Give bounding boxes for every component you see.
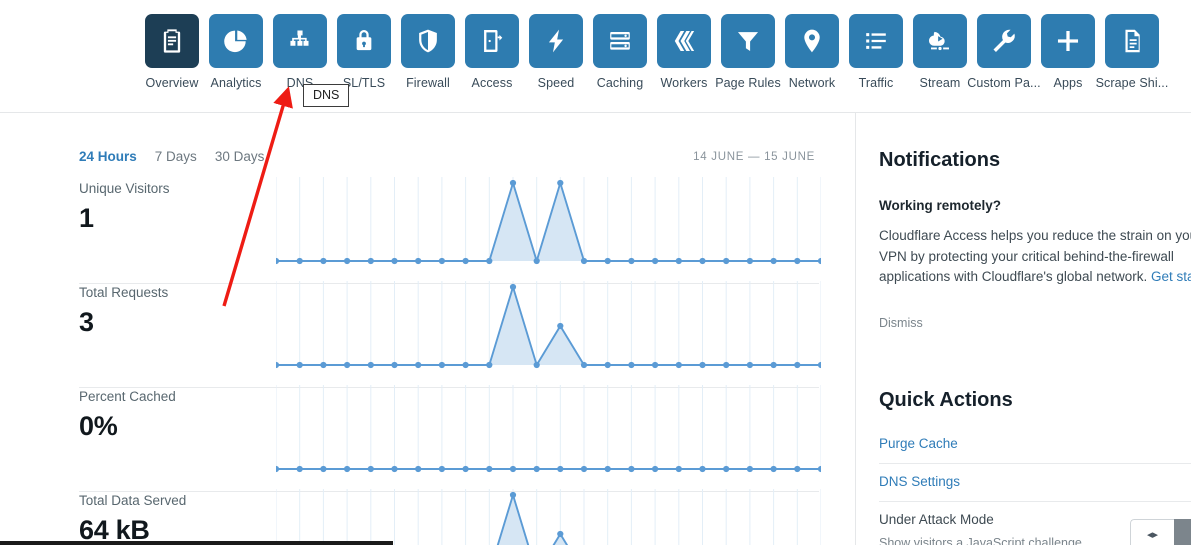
sidebar: Notifications Working remotely? Cloudfla…	[856, 113, 1191, 545]
map-pin-icon	[785, 14, 839, 68]
analytics-pane: 24 Hours 7 Days 30 Days 14 JUNE — 15 JUNE …	[0, 113, 855, 545]
nav-item-network[interactable]: Network	[780, 14, 844, 90]
server-icon	[593, 14, 647, 68]
metric-sparkline-chart[interactable]	[276, 281, 821, 371]
sitemap-icon	[273, 14, 327, 68]
metric-row: Total Requests 3	[0, 281, 855, 391]
quick-action-dns-settings[interactable]: DNS Settings	[879, 474, 960, 489]
nav-item-label: Caching	[596, 76, 644, 90]
nav-item-label: Apps	[1053, 76, 1083, 90]
metric-label: Total Requests	[79, 285, 169, 300]
time-range-filters: 24 Hours 7 Days 30 Days	[79, 149, 264, 164]
quick-action-purge-cache[interactable]: Purge Cache	[879, 436, 958, 451]
notification-body: Cloudflare Access helps you reduce the s…	[879, 226, 1191, 288]
metric-sparkline-chart[interactable]	[276, 177, 821, 267]
nav-item-label: Speed	[537, 76, 575, 90]
metric-label: Percent Cached	[79, 389, 176, 404]
nav-item-label: Workers	[660, 76, 708, 90]
nav-item-label: Traffic	[858, 76, 894, 90]
date-range-label: 14 JUNE — 15 JUNE	[693, 151, 815, 163]
metric-label: Unique Visitors	[79, 181, 170, 196]
nav-item-analytics[interactable]: Analytics	[204, 14, 268, 90]
quick-actions-heading: Quick Actions	[879, 389, 1013, 411]
metric-sparkline-chart[interactable]	[276, 385, 821, 475]
under-attack-mode-label: Under Attack Mode	[879, 512, 994, 527]
nav-item-label: Access	[471, 76, 513, 90]
nav-item-label: Stream	[919, 76, 961, 90]
metric-row: Unique Visitors 1	[0, 177, 855, 287]
under-attack-mode-description: Show visitors a JavaScript challenge	[879, 536, 1082, 545]
toggle-on-track[interactable]: O	[1174, 519, 1191, 545]
shield-icon	[401, 14, 455, 68]
notification-text: Cloudflare Access helps you reduce the s…	[879, 228, 1191, 284]
document-icon	[1105, 14, 1159, 68]
nav-item-speed[interactable]: Speed	[524, 14, 588, 90]
nav-item-overview[interactable]: Overview	[140, 14, 204, 90]
toggle-handle[interactable]: ◂▸	[1130, 519, 1174, 545]
quick-action-divider-1	[879, 463, 1191, 464]
nav-item-caching[interactable]: Caching	[588, 14, 652, 90]
nav-item-label: Analytics	[210, 76, 262, 90]
nav-item-traffic[interactable]: Traffic	[844, 14, 908, 90]
nav-tile-strip: Overview Analytics DNS SL/TLS Firewall Access…	[140, 14, 1168, 90]
nav-item-scrape-shi[interactable]: Scrape Shi...	[1096, 14, 1168, 90]
top-navigation: Overview Analytics DNS SL/TLS Firewall Access…	[0, 0, 1191, 113]
pie-chart-icon	[209, 14, 263, 68]
nav-item-stream[interactable]: Stream	[908, 14, 972, 90]
time-filter-7-days[interactable]: 7 Days	[155, 149, 197, 164]
wrench-icon	[977, 14, 1031, 68]
lock-icon	[337, 14, 391, 68]
funnel-icon	[721, 14, 775, 68]
cloud-play-icon	[913, 14, 967, 68]
nav-item-firewall[interactable]: Firewall	[396, 14, 460, 90]
nav-item-label: Page Rules	[715, 76, 781, 90]
get-started-link[interactable]: Get started	[1151, 269, 1191, 284]
dismiss-button[interactable]: Dismiss	[879, 316, 923, 330]
quick-action-divider-2	[879, 501, 1191, 502]
dns-tooltip: DNS	[303, 84, 350, 107]
nav-item-workers[interactable]: Workers	[652, 14, 716, 90]
nav-item-sl-tls[interactable]: SL/TLS	[332, 14, 396, 90]
metric-label: Total Data Served	[79, 493, 187, 508]
time-filter-30-days[interactable]: 30 Days	[215, 149, 265, 164]
nav-item-apps[interactable]: Apps	[1036, 14, 1100, 90]
list-icon	[849, 14, 903, 68]
metric-value: 1	[79, 203, 94, 233]
nav-item-access[interactable]: Access	[460, 14, 524, 90]
nav-item-page-rules[interactable]: Page Rules	[715, 14, 781, 90]
nav-item-label: Overview	[145, 76, 199, 90]
time-filter-24-hours[interactable]: 24 Hours	[79, 149, 137, 164]
nav-item-label: Custom Pa...	[967, 76, 1041, 90]
bolt-icon	[529, 14, 583, 68]
nav-item-dns[interactable]: DNS	[268, 14, 332, 90]
main-content: 24 Hours 7 Days 30 Days 14 JUNE — 15 JUNE …	[0, 113, 1191, 545]
page-root: Overview Analytics DNS SL/TLS Firewall Access…	[0, 0, 1191, 545]
clipboard-icon	[145, 14, 199, 68]
metric-row: Percent Cached 0%	[0, 385, 855, 495]
nav-item-label: Firewall	[406, 76, 450, 90]
metric-value: 3	[79, 307, 94, 337]
door-icon	[465, 14, 519, 68]
workers-icon	[657, 14, 711, 68]
under-attack-mode-toggle[interactable]: ◂▸ O	[1130, 519, 1191, 545]
viewport-bottom-bar	[0, 541, 393, 545]
nav-item-custom-pa[interactable]: Custom Pa...	[967, 14, 1041, 90]
metric-value: 0%	[79, 411, 118, 441]
notification-heading: Working remotely?	[879, 198, 1002, 213]
nav-item-label: Scrape Shi...	[1095, 76, 1169, 90]
notifications-heading: Notifications	[879, 149, 1001, 171]
nav-item-label: Network	[788, 76, 836, 90]
metric-row: Total Data Served 64 kB	[0, 489, 855, 545]
metric-sparkline-chart[interactable]	[276, 489, 821, 545]
plus-icon	[1041, 14, 1095, 68]
